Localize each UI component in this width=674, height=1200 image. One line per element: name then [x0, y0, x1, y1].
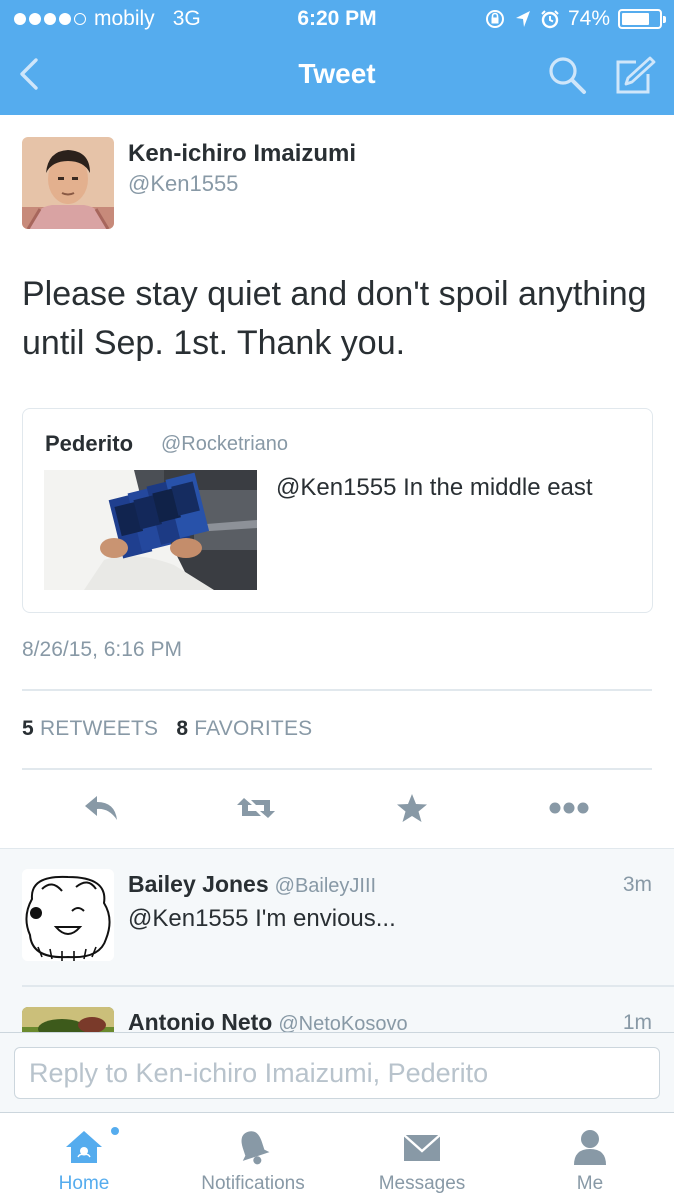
quoted-tweet-image[interactable]: [44, 470, 257, 590]
divider: [22, 985, 674, 987]
reply-author[interactable]: Antonio Neto @NetoKosovo: [128, 1009, 408, 1032]
retweets-count: 5: [22, 717, 34, 740]
favorite-icon: [397, 794, 427, 822]
reply-avatar[interactable]: [22, 869, 114, 961]
reply-input[interactable]: [14, 1047, 660, 1099]
tab-me[interactable]: Me: [540, 1113, 640, 1200]
quoted-author-handle: @Rocketriano: [161, 433, 289, 455]
avatar-photo: [22, 137, 114, 229]
retweet-button[interactable]: [234, 788, 278, 828]
retweets-stat[interactable]: 5 RETWEETS: [22, 717, 158, 740]
favorite-button[interactable]: [390, 788, 434, 828]
favorites-stat[interactable]: 8 FAVORITES: [176, 717, 312, 740]
reply-avatar-photo: [22, 1007, 114, 1032]
tab-notifications[interactable]: Notifications: [183, 1113, 323, 1200]
reply-time: 3m: [622, 873, 652, 896]
tab-bar: Home Notifications Messages Me: [0, 1112, 674, 1200]
battery-icon: [618, 9, 666, 29]
reply-author-handle: @BaileyJIII: [274, 875, 377, 897]
alarm-icon: [541, 10, 559, 29]
retweet-icon: [237, 798, 275, 818]
reply-avatar[interactable]: [22, 1007, 114, 1032]
quoted-tweet-card[interactable]: Pederito @Rocketriano @Ken1555 In the mi…: [22, 408, 653, 613]
tweet-timestamp: 8/26/15, 6:16 PM: [22, 638, 182, 661]
app-header: mobily 3G 6:20 PM 74% Tweet: [0, 0, 674, 115]
reply-button[interactable]: [79, 788, 123, 828]
person-icon: [574, 1130, 606, 1165]
tab-label: Notifications: [201, 1173, 305, 1194]
reply-text: @Ken1555 I'm envious...: [128, 905, 396, 932]
more-icon: [549, 802, 589, 814]
reply-author-handle: @NetoKosovo: [278, 1013, 408, 1032]
divider: [22, 689, 652, 691]
reply-icon: [85, 796, 117, 820]
tab-label: Home: [58, 1173, 110, 1194]
retweets-label: RETWEETS: [39, 717, 159, 740]
tab-messages[interactable]: Messages: [357, 1113, 487, 1200]
quoted-tweet-text: @Ken1555 In the middle east: [276, 474, 593, 501]
reply-author[interactable]: Bailey Jones @BaileyJIII: [128, 871, 376, 898]
favorites-label: FAVORITES: [194, 717, 313, 740]
search-icon[interactable]: [546, 54, 588, 96]
quoted-author-name: Pederito: [45, 431, 134, 456]
author-handle[interactable]: @Ken1555: [128, 171, 238, 197]
divider: [22, 768, 652, 770]
compose-icon[interactable]: [612, 54, 656, 96]
tweet-stats: 5 RETWEETS 8 FAVORITES: [22, 717, 312, 741]
rotation-lock-icon: [485, 10, 504, 28]
bell-icon: [241, 1131, 270, 1165]
tab-label: Messages: [378, 1173, 466, 1194]
author-name[interactable]: Ken-ichiro Imaizumi: [128, 140, 356, 168]
status-bar: mobily 3G 6:20 PM 74%: [0, 0, 674, 38]
battery-level-fill: [622, 13, 649, 25]
home-icon: [66, 1131, 102, 1163]
reply-author-name: Antonio Neto: [128, 1009, 273, 1032]
reply-composer: [0, 1032, 674, 1112]
replies-list: Bailey Jones @BaileyJIII 3m @Ken1555 I'm …: [0, 848, 674, 1032]
home-notification-dot: [111, 1127, 119, 1135]
author-avatar[interactable]: [22, 137, 114, 229]
reply-time: 1m: [622, 1011, 652, 1032]
reply-author-name: Bailey Jones: [128, 871, 269, 897]
favorites-count: 8: [176, 717, 189, 740]
envelope-icon: [403, 1134, 441, 1161]
location-arrow-icon: [515, 11, 530, 27]
quoted-photo: [44, 470, 257, 590]
battery-percent: 74%: [567, 7, 610, 30]
tab-home[interactable]: Home: [24, 1113, 144, 1200]
sketch-face-avatar: [22, 869, 114, 961]
tweet-text: Please stay quiet and don't spoil anythi…: [22, 275, 647, 362]
more-button[interactable]: [547, 788, 591, 828]
tab-label: Me: [576, 1173, 604, 1194]
